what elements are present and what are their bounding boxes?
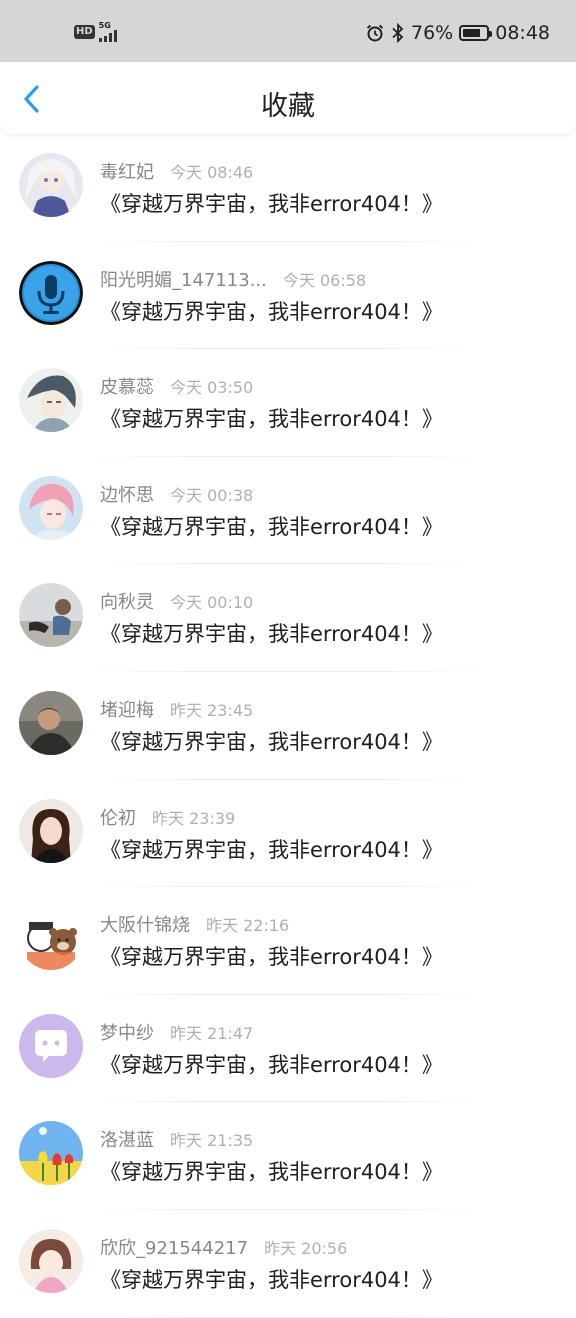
user-name[interactable]: 堵迎梅 xyxy=(100,696,154,722)
item-meta: 皮慕蕊 今天 03:50 xyxy=(100,373,253,399)
timestamp: 今天 06:58 xyxy=(282,270,367,290)
status-bar: HD 5G 76% 08:48 xyxy=(0,0,576,62)
item-meta: 边怀思 今天 00:38 xyxy=(100,481,253,507)
timestamp: 昨天 22:16 xyxy=(206,916,290,936)
user-name[interactable]: 洛湛蓝 xyxy=(100,1126,154,1152)
favorite-content[interactable]: 《穿越万界宇宙，我非error404！》 xyxy=(100,618,443,648)
alarm-icon xyxy=(366,24,384,42)
user-name[interactable]: 梦中纱 xyxy=(100,1019,154,1045)
user-name[interactable]: 阳光明媚_147113... xyxy=(100,266,267,292)
user-name[interactable]: 欣欣_921544217 xyxy=(100,1234,248,1260)
item-meta: 梦中纱 昨天 21:47 xyxy=(100,1019,253,1045)
favorite-content[interactable]: 《穿越万界宇宙，我非error404！》 xyxy=(100,403,443,433)
avatar[interactable] xyxy=(19,1121,83,1186)
avatar[interactable] xyxy=(19,906,83,971)
favorite-content[interactable]: 《穿越万界宇宙，我非error404！》 xyxy=(100,1156,443,1186)
favorite-item[interactable]: 堵迎梅 昨天 23:45 《穿越万界宇宙，我非error404！》 xyxy=(0,672,576,780)
favorite-content[interactable]: 《穿越万界宇宙，我非error404！》 xyxy=(100,1264,443,1294)
favorite-item[interactable]: 毒红妃 今天 08:46 《穿越万界宇宙，我非error404！》 xyxy=(0,134,576,242)
user-name[interactable]: 皮慕蕊 xyxy=(100,373,154,399)
timestamp: 昨天 21:35 xyxy=(170,1131,254,1151)
favorite-item[interactable]: 皮慕蕊 今天 03:50 《穿越万界宇宙，我非error404！》 xyxy=(0,349,576,457)
item-meta: 向秋灵 今天 00:10 xyxy=(100,588,253,614)
avatar[interactable] xyxy=(19,475,83,540)
user-name[interactable]: 边怀思 xyxy=(100,481,154,507)
item-meta: 洛湛蓝 昨天 21:35 xyxy=(100,1126,253,1152)
bluetooth-icon xyxy=(392,23,404,43)
favorites-list: 毒红妃 今天 08:46 《穿越万界宇宙，我非error404！》 阳光明媚_1471… xyxy=(0,134,576,1318)
avatar[interactable] xyxy=(19,1013,83,1078)
status-right: 76% 08:48 xyxy=(365,22,550,44)
favorite-content[interactable]: 《穿越万界宇宙，我非error404！》 xyxy=(100,296,443,326)
timestamp: 昨天 20:56 xyxy=(264,1238,348,1258)
favorite-content[interactable]: 《穿越万界宇宙，我非error404！》 xyxy=(100,188,443,218)
hd-badge: HD xyxy=(74,25,95,39)
favorite-content[interactable]: 《穿越万界宇宙，我非error404！》 xyxy=(100,1049,443,1079)
item-meta: 大阪什锦烧 昨天 22:16 xyxy=(100,911,289,937)
avatar[interactable] xyxy=(19,153,83,217)
timestamp: 昨天 23:45 xyxy=(170,700,254,720)
divider xyxy=(84,1316,490,1318)
timestamp: 今天 00:10 xyxy=(170,593,254,613)
battery-percent: 76% xyxy=(411,22,454,44)
timestamp: 昨天 21:47 xyxy=(170,1023,254,1043)
timestamp: 今天 00:38 xyxy=(170,485,254,505)
item-meta: 堵迎梅 昨天 23:45 xyxy=(100,696,253,722)
user-name[interactable]: 毒红妃 xyxy=(100,158,154,184)
favorite-item[interactable]: 大阪什锦烧 昨天 22:16 《穿越万界宇宙，我非error404！》 xyxy=(0,887,576,995)
avatar[interactable] xyxy=(19,368,83,433)
favorite-content[interactable]: 《穿越万界宇宙，我非error404！》 xyxy=(100,511,443,541)
avatar[interactable] xyxy=(19,690,83,755)
signal-icon: 5G xyxy=(98,21,117,42)
favorite-item[interactable]: 洛湛蓝 昨天 21:35 《穿越万界宇宙，我非error404！》 xyxy=(0,1102,576,1210)
battery-icon xyxy=(459,25,493,41)
status-left: HD 5G xyxy=(74,22,117,42)
user-name[interactable]: 大阪什锦烧 xyxy=(100,911,190,937)
avatar[interactable] xyxy=(19,798,83,863)
user-name[interactable]: 伦初 xyxy=(100,804,136,830)
avatar[interactable] xyxy=(19,583,83,648)
favorite-item[interactable]: 边怀思 今天 00:38 《穿越万界宇宙，我非error404！》 xyxy=(0,457,576,565)
timestamp: 昨天 23:39 xyxy=(152,808,236,828)
clock: 08:48 xyxy=(495,22,550,44)
timestamp: 今天 03:50 xyxy=(170,378,254,398)
item-meta: 欣欣_921544217 昨天 20:56 xyxy=(100,1234,347,1260)
item-meta: 阳光明媚_147113... 今天 06:58 xyxy=(100,266,366,292)
favorite-item[interactable]: 伦初 昨天 23:39 《穿越万界宇宙，我非error404！》 xyxy=(0,780,576,888)
user-name[interactable]: 向秋灵 xyxy=(100,588,154,614)
favorite-item[interactable]: 阳光明媚_147113... 今天 06:58 《穿越万界宇宙，我非error404… xyxy=(0,242,576,350)
favorite-content[interactable]: 《穿越万界宇宙，我非error404！》 xyxy=(100,834,443,864)
nav-bar: 收藏 xyxy=(0,62,576,134)
favorite-content[interactable]: 《穿越万界宇宙，我非error404！》 xyxy=(100,941,443,971)
avatar[interactable] xyxy=(19,260,83,325)
favorite-item[interactable]: 梦中纱 昨天 21:47 《穿越万界宇宙，我非error404！》 xyxy=(0,995,576,1103)
page-title: 收藏 xyxy=(261,91,315,122)
favorite-content[interactable]: 《穿越万界宇宙，我非error404！》 xyxy=(100,726,443,756)
favorite-item[interactable]: 向秋灵 今天 00:10 《穿越万界宇宙，我非error404！》 xyxy=(0,564,576,672)
item-meta: 伦初 昨天 23:39 xyxy=(100,804,235,830)
item-meta: 毒红妃 今天 08:46 xyxy=(100,158,253,184)
network-type: 5G xyxy=(98,21,111,30)
timestamp: 今天 08:46 xyxy=(170,163,254,182)
favorite-item[interactable]: 欣欣_921544217 昨天 20:56 《穿越万界宇宙，我非error404！》 xyxy=(0,1210,576,1318)
avatar[interactable] xyxy=(19,1228,83,1293)
